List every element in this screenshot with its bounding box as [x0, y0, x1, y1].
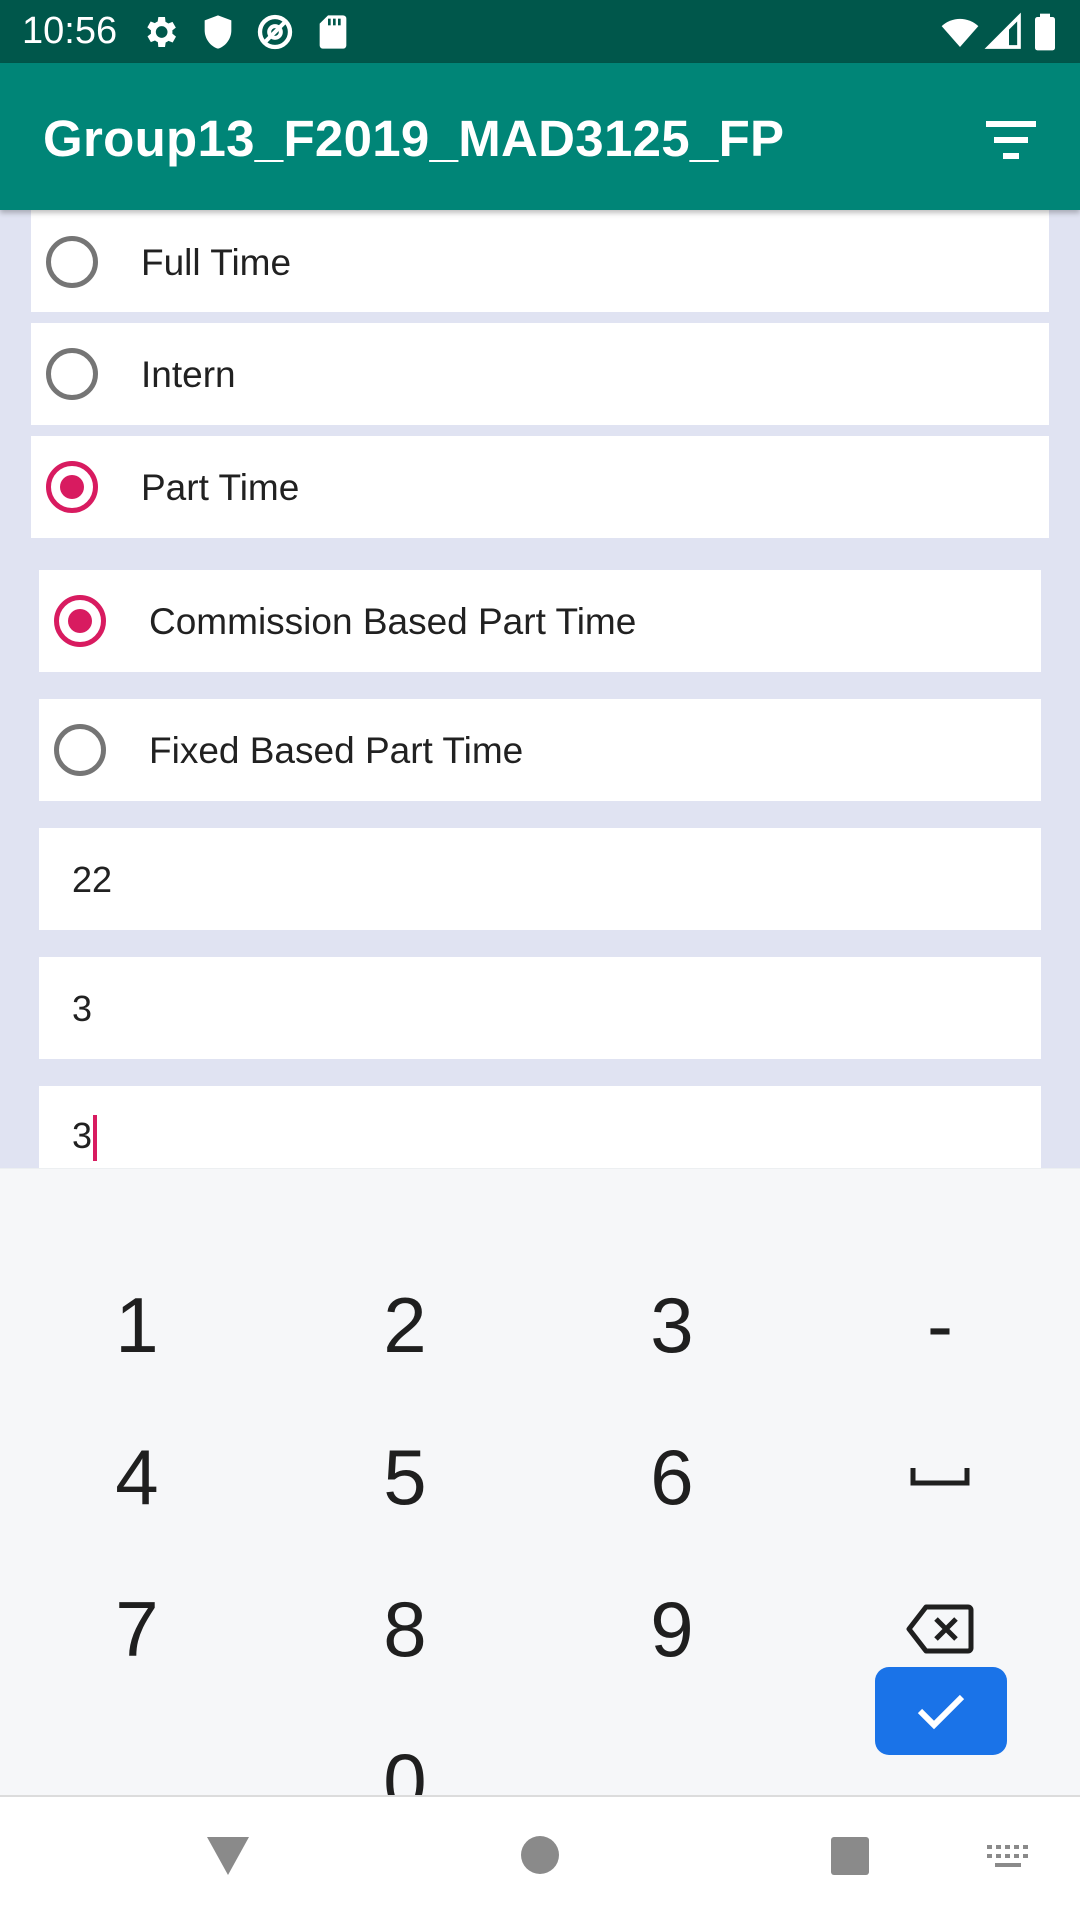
key-space[interactable] [840, 1417, 1040, 1537]
key-4[interactable]: 4 [37, 1417, 237, 1537]
key-1[interactable]: 1 [37, 1265, 237, 1385]
key-3[interactable]: 3 [572, 1265, 772, 1385]
input-value: 3 [72, 1115, 93, 1156]
status-bar: 10:56 [0, 0, 1080, 63]
radio-button[interactable] [46, 236, 98, 288]
radio-intern[interactable]: Intern [31, 323, 1049, 425]
filter-icon[interactable] [980, 111, 1040, 171]
radio-label-full-time: Full Time [141, 242, 292, 283]
key-9[interactable]: 9 [572, 1569, 772, 1689]
radio-button[interactable] [46, 348, 98, 400]
status-time: 10:56 [22, 10, 118, 52]
text-cursor [93, 1115, 98, 1162]
radio-label-intern: Intern [141, 354, 236, 395]
space-icon [910, 1468, 970, 1486]
recents-icon[interactable] [830, 1836, 870, 1876]
signal-icon [984, 12, 1021, 49]
vpn-icon [257, 14, 293, 50]
sd-card-icon [319, 15, 347, 49]
radio-button-selected[interactable] [54, 595, 106, 647]
radio-button-selected[interactable] [46, 461, 98, 513]
home-icon[interactable] [520, 1835, 560, 1875]
settings-icon [147, 17, 176, 47]
back-icon[interactable] [205, 1835, 251, 1877]
backspace-icon [906, 1604, 974, 1654]
radio-button[interactable] [54, 724, 106, 776]
input-value-wrap: 3 [72, 1114, 98, 1162]
battery-icon [1035, 13, 1055, 51]
radio-label-part-time: Part Time [141, 467, 300, 508]
input-value: 3 [72, 988, 93, 1029]
app-title: Group13_F2019_MAD3125_FP [43, 110, 785, 167]
input-value: 22 [72, 859, 113, 900]
done-button[interactable] [875, 1667, 1007, 1755]
radio-label-commission-based: Commission Based Part Time [149, 601, 637, 642]
key-6[interactable]: 6 [572, 1417, 772, 1537]
radio-label-fixed-based: Fixed Based Part Time [149, 730, 524, 771]
navigation-bar [0, 1795, 1080, 1922]
radio-full-time[interactable]: Full Time [31, 198, 1049, 312]
key-7[interactable]: 7 [37, 1569, 237, 1689]
radio-fixed-based[interactable]: Fixed Based Part Time [39, 699, 1041, 801]
key-8[interactable]: 8 [305, 1569, 505, 1689]
radio-commission-based[interactable]: Commission Based Part Time [39, 570, 1041, 672]
wifi-icon [941, 18, 979, 47]
app-bar: Group13_F2019_MAD3125_FP [0, 63, 1080, 210]
key-2[interactable]: 2 [305, 1265, 505, 1385]
done-check-icon [917, 1694, 965, 1730]
input-field-1[interactable]: 22 [39, 828, 1041, 930]
radio-part-time[interactable]: Part Time [31, 436, 1049, 538]
shield-icon [204, 15, 232, 49]
numeric-keyboard: 1 2 3 - 4 5 6 7 8 9 , 0 . [0, 1168, 1080, 1825]
key-minus[interactable]: - [840, 1265, 1040, 1385]
keyboard-switch-icon[interactable] [987, 1845, 1029, 1873]
key-5[interactable]: 5 [305, 1417, 505, 1537]
input-field-2[interactable]: 3 [39, 957, 1041, 1059]
